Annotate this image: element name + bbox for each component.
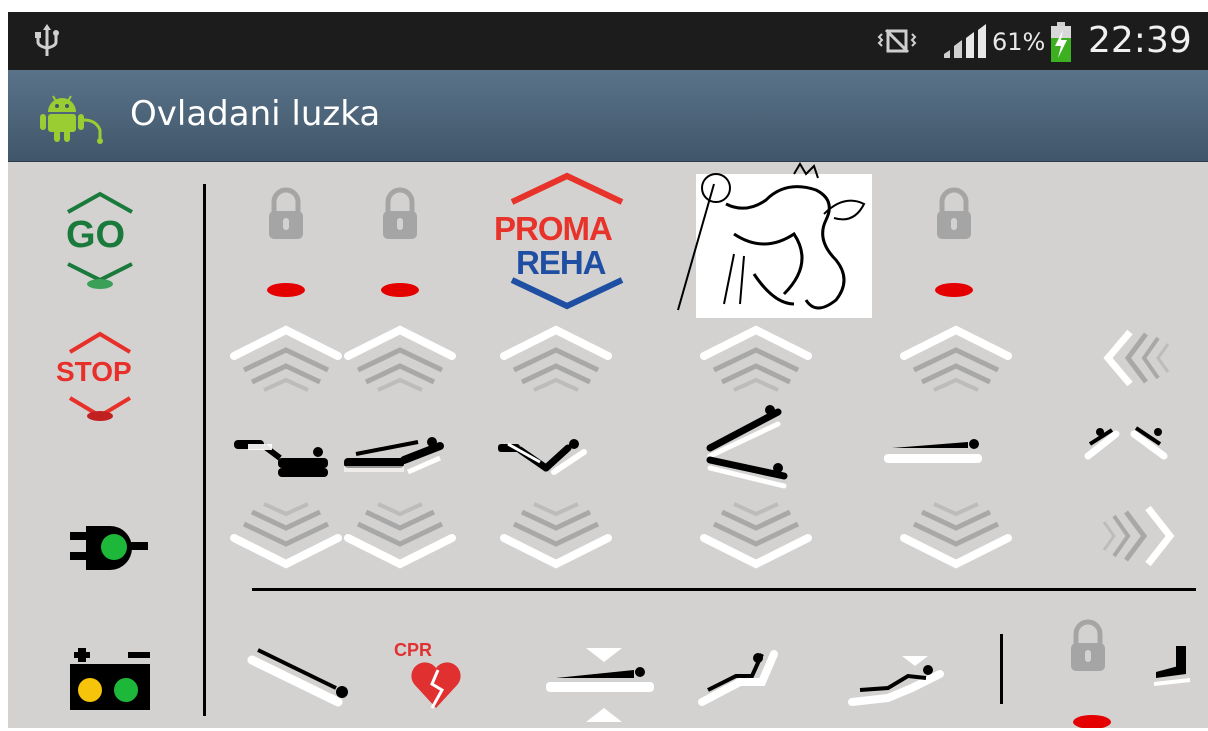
raise-bed-button[interactable] [904, 330, 1008, 390]
phone-screen: 61% 22:39 Ovladani luzka GO STOP PROMA R… [8, 12, 1208, 728]
indicator-red [1073, 715, 1111, 728]
reha-label: REHA [516, 244, 607, 281]
lock-icon[interactable] [937, 190, 971, 239]
trendelenburg-position-icon [706, 405, 788, 489]
signal-icon [942, 24, 988, 62]
back-position-icon [344, 437, 444, 475]
status-bar: 61% 22:39 [8, 12, 1208, 70]
lock-icon[interactable] [269, 190, 303, 239]
lower-trendelenburg-button[interactable] [704, 504, 808, 564]
flat-position-icon [884, 439, 982, 463]
foot-control-icon[interactable] [1153, 646, 1191, 686]
raise-back-button[interactable] [348, 330, 452, 390]
proma-reha-logo: PROMA REHA [492, 172, 642, 312]
cardiac-chair-button[interactable] [698, 650, 778, 706]
raise-knee-button[interactable] [504, 330, 608, 390]
tilt-left-button[interactable] [1103, 329, 1170, 387]
battery-percent: 61% [992, 28, 1046, 56]
lateral-tilt-icon [1084, 426, 1168, 460]
cpr-label: CPR [394, 640, 433, 660]
lower-back-button[interactable] [348, 504, 452, 564]
action-bar: Ovladani luzka [8, 70, 1208, 162]
university-lion-logo [674, 162, 874, 324]
knee-position-icon [498, 439, 587, 475]
chair-recline-button[interactable] [247, 648, 348, 707]
indicator-red [267, 283, 305, 297]
vibrate-icon [876, 28, 918, 58]
lock-icon[interactable] [383, 190, 417, 239]
page-title: Ovladani luzka [130, 94, 381, 134]
clock: 22:39 [1088, 20, 1192, 61]
battery-charging-icon [1050, 22, 1072, 66]
lock-icon[interactable] [1071, 622, 1105, 671]
cpr-button[interactable] [411, 662, 461, 709]
proma-label: PROMA [494, 210, 613, 247]
tilt-right-button[interactable] [1102, 505, 1175, 567]
lower-bed-button[interactable] [904, 504, 1008, 564]
usb-icon [34, 24, 60, 62]
height-center-button[interactable] [546, 648, 654, 722]
raise-head-button[interactable] [234, 330, 338, 390]
head-position-icon [234, 440, 328, 477]
vascular-position-button[interactable] [848, 656, 944, 706]
indicator-red [935, 283, 973, 297]
android-robot-icon [40, 90, 110, 148]
bed-control-panel: GO STOP PROMA REHA CPR [8, 162, 1208, 728]
raise-trendelenburg-button[interactable] [704, 330, 808, 390]
lower-head-button[interactable] [234, 504, 338, 564]
lower-knee-button[interactable] [504, 504, 608, 564]
indicator-red [381, 283, 419, 297]
